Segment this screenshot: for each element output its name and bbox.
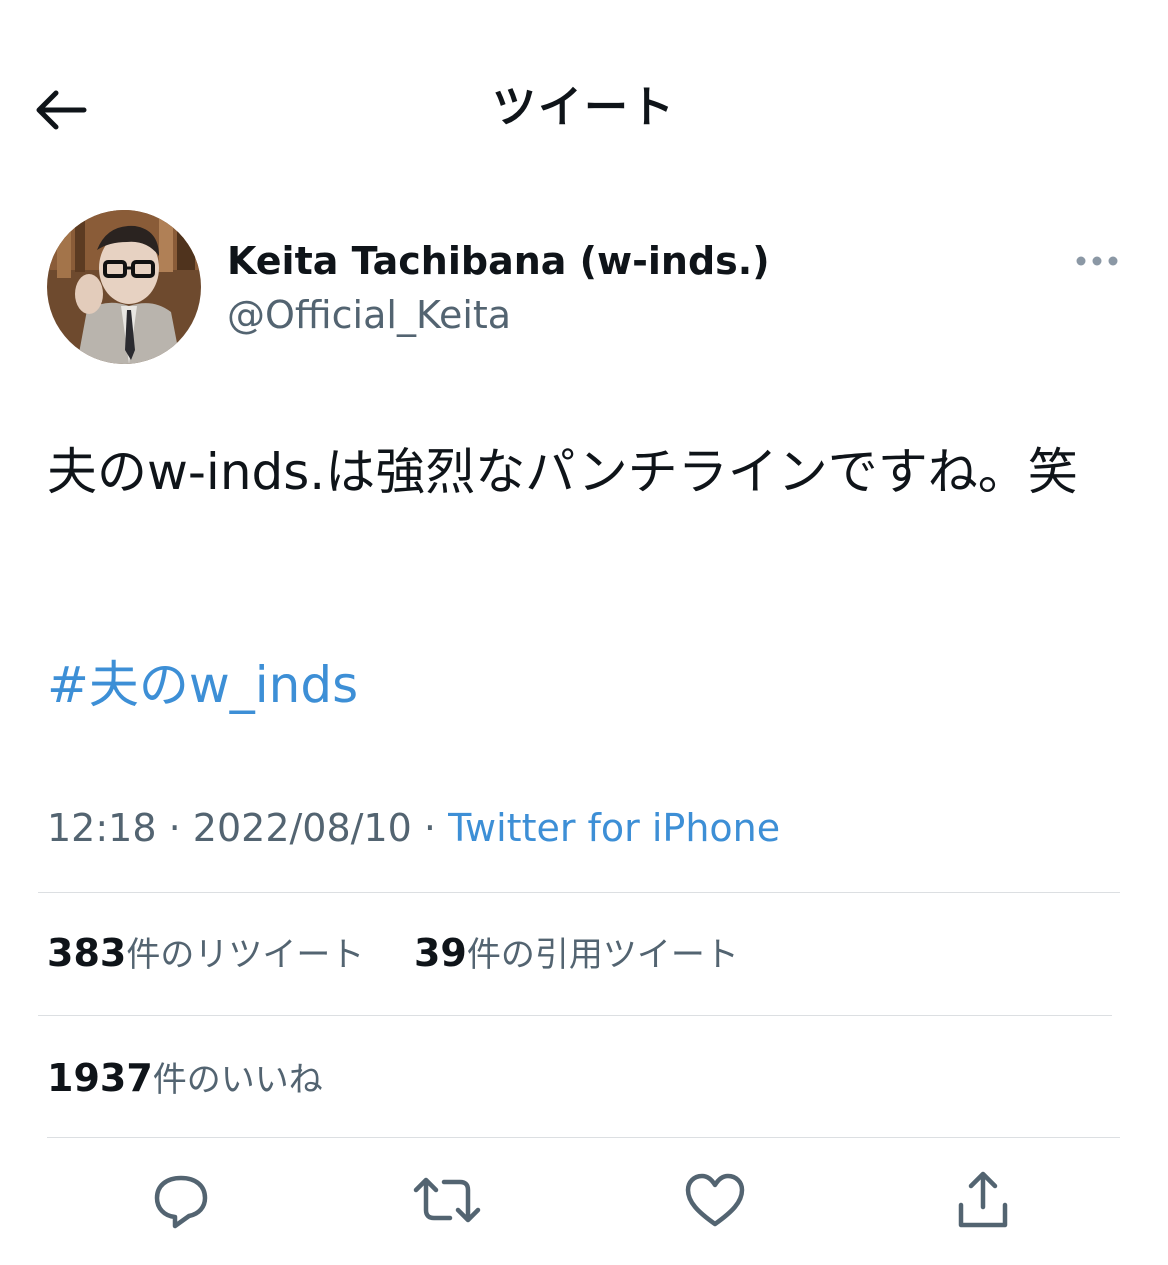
reply-button[interactable] — [146, 1165, 216, 1235]
quotes-stat[interactable]: 39件の引用ツイート — [414, 928, 739, 980]
reply-icon — [154, 1175, 208, 1229]
tweet-meta: 12:18 · 2022/08/10 · Twitter for iPhone — [47, 800, 780, 856]
more-options-button[interactable] — [1067, 246, 1127, 276]
divider — [38, 892, 1120, 893]
meta-separator: · — [168, 806, 181, 850]
retweets-label: 件のリツイート — [126, 935, 365, 975]
tweet-action-bar — [0, 1165, 1168, 1245]
top-bar: ツイート — [0, 60, 1168, 156]
retweet-stats-row: 383件のリツイート 39件の引用ツイート — [47, 928, 739, 980]
tweet-text: 夫のw-inds.は強烈なパンチラインですね。笑 — [47, 443, 1078, 501]
more-horizontal-icon — [1076, 256, 1118, 266]
share-icon — [958, 1171, 1008, 1228]
retweet-icon — [413, 1177, 481, 1223]
meta-separator: · — [423, 806, 437, 850]
tweet-date: 2022/08/10 — [192, 806, 412, 850]
avatar-image — [47, 210, 201, 364]
quotes-count: 39 — [413, 931, 467, 975]
avatar[interactable] — [47, 210, 201, 364]
divider — [47, 1137, 1120, 1138]
display-name[interactable]: Keita Tachibana (w-inds.) — [227, 238, 770, 284]
tweet-author: Keita Tachibana (w-inds.) @Official_Keit… — [47, 210, 1127, 366]
share-button[interactable] — [948, 1165, 1018, 1235]
divider — [38, 1015, 1112, 1016]
likes-stats-row: 1937件のいいね — [47, 1053, 323, 1105]
hashtag-link[interactable]: #夫のw_inds — [47, 645, 358, 725]
heart-icon — [685, 1173, 745, 1227]
user-handle[interactable]: @Official_Keita — [227, 292, 511, 338]
tweet-time: 12:18 — [47, 806, 157, 850]
quotes-label: 件の引用ツイート — [466, 935, 739, 975]
likes-label: 件のいいね — [152, 1060, 323, 1100]
tweet-source-link[interactable]: Twitter for iPhone — [448, 806, 780, 850]
retweets-count: 383 — [47, 931, 127, 975]
likes-stat[interactable]: 1937件のいいね — [47, 1053, 323, 1105]
page-title: ツイート — [492, 82, 676, 133]
likes-count: 1937 — [47, 1056, 153, 1100]
retweets-stat[interactable]: 383件のリツイート — [47, 928, 364, 980]
retweet-button[interactable] — [412, 1165, 482, 1235]
like-button[interactable] — [680, 1165, 750, 1235]
